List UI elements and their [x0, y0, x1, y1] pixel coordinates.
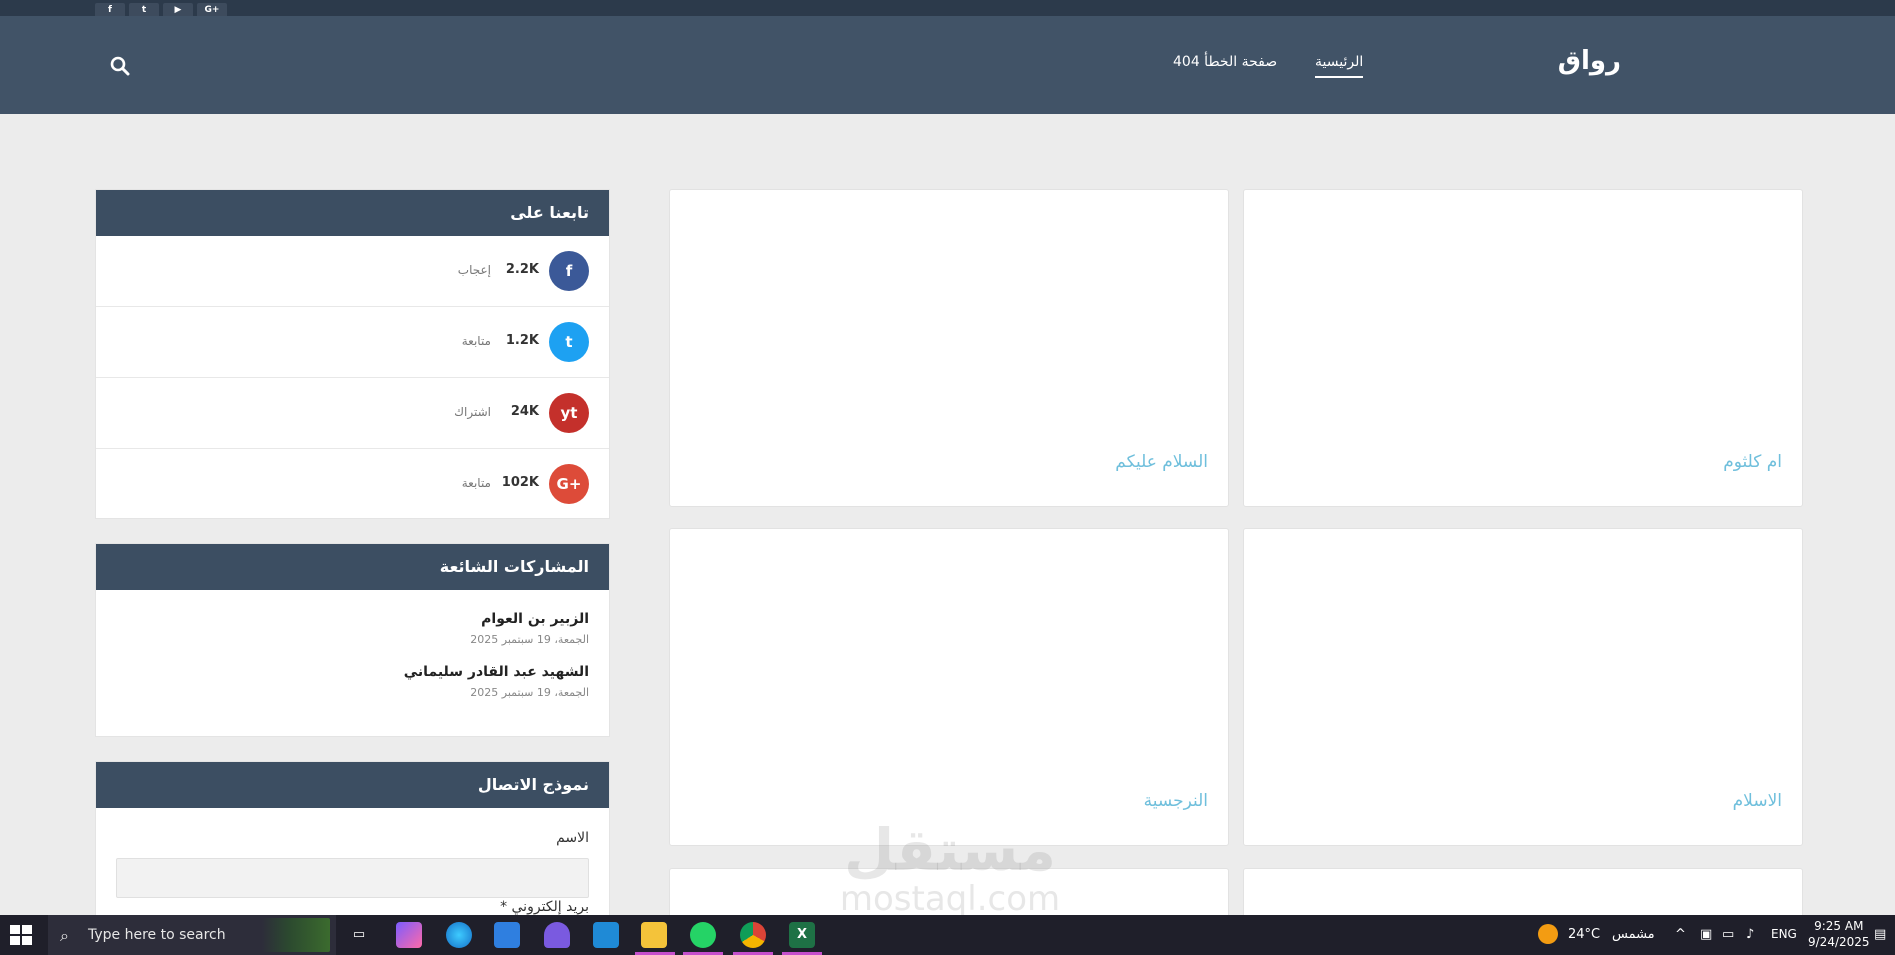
ghost-app-icon[interactable] — [544, 922, 570, 948]
weather-temp[interactable]: 24°C — [1568, 927, 1600, 942]
search-icon: ⌕ — [60, 926, 69, 945]
site-header: رواق الرئيسية صفحة الخطأ 404 — [0, 16, 1895, 114]
task-view-icon[interactable]: ▭ — [346, 922, 372, 948]
social-count: 2.2K — [505, 262, 539, 277]
social-row-facebook[interactable]: f 2.2K إعجاب — [96, 236, 609, 307]
post-title[interactable]: النرجسية — [1144, 791, 1208, 811]
widget-title: تابعنا على — [96, 190, 609, 236]
post-title[interactable]: الاسلام — [1733, 791, 1782, 811]
popular-post-date: الجمعة، 19 سبتمبر 2025 — [470, 686, 589, 699]
nav-item-error-page[interactable]: صفحة الخطأ 404 — [1173, 54, 1277, 70]
facebook-icon[interactable]: f — [95, 3, 125, 17]
social-label: متابعة — [461, 334, 491, 348]
social-label: متابعة — [461, 476, 491, 490]
language-indicator[interactable]: ENG — [1771, 927, 1797, 941]
store-icon[interactable] — [494, 922, 520, 948]
youtube-icon[interactable]: ▶ — [163, 3, 193, 17]
post-card[interactable]: ام كلثوم — [1243, 189, 1803, 507]
twitter-icon[interactable]: t — [549, 322, 589, 362]
email-label: بريد إلكتروني * — [500, 899, 589, 915]
chevron-up-icon[interactable]: ^ — [1675, 927, 1686, 942]
social-label: إعجاب — [457, 263, 491, 277]
site-logo[interactable]: رواق — [1558, 46, 1621, 76]
post-card[interactable]: النرجسية — [669, 528, 1229, 846]
meet-icon[interactable]: ▣ — [1700, 927, 1712, 942]
search-icon[interactable] — [108, 54, 132, 78]
copilot-icon[interactable] — [396, 922, 422, 948]
facebook-icon[interactable]: f — [549, 251, 589, 291]
popular-post-title[interactable]: الشهيد عبد القادر سليماني — [116, 664, 589, 680]
widget-title: نموذج الاتصال — [96, 762, 609, 808]
edge-icon[interactable] — [446, 922, 472, 948]
nav-item-home[interactable]: الرئيسية — [1315, 54, 1364, 78]
notification-icon[interactable]: ▤ — [1874, 927, 1886, 942]
clock-date: 9/24/2025 — [1808, 935, 1870, 949]
social-label: اشتراك — [454, 405, 491, 419]
popular-post-date: الجمعة، 19 سبتمبر 2025 — [470, 633, 589, 646]
social-row-youtube[interactable]: yt 24K اشتراك — [96, 378, 609, 449]
top-social-strip: f t ▶ G+ — [0, 0, 1895, 17]
post-title[interactable]: السلام عليكم — [1115, 452, 1208, 472]
weather-icon[interactable] — [1538, 924, 1558, 944]
post-title[interactable]: ام كلثوم — [1723, 452, 1782, 472]
taskbar-search-placeholder: Type here to search — [88, 927, 226, 943]
popular-posts-widget: المشاركات الشائعة الزبير بن العوام الجمع… — [95, 543, 610, 737]
weather-text[interactable]: مشمس — [1612, 927, 1655, 942]
taskbar-clock[interactable]: 9:25 AM 9/24/2025 — [1808, 918, 1870, 950]
volume-icon[interactable]: ♪ — [1746, 927, 1754, 942]
google-plus-icon[interactable]: G+ — [549, 464, 589, 504]
name-input[interactable] — [116, 858, 589, 898]
social-row-google-plus[interactable]: G+ 102K متابعة — [96, 449, 609, 520]
social-row-twitter[interactable]: t 1.2K متابعة — [96, 307, 609, 378]
widget-title: المشاركات الشائعة — [96, 544, 609, 590]
name-label: الاسم — [556, 830, 589, 846]
popular-post-item[interactable]: الشهيد عبد القادر سليماني الجمعة، 19 سبت… — [96, 664, 609, 699]
twitter-icon[interactable]: t — [129, 3, 159, 17]
excel-icon[interactable]: X — [789, 922, 815, 948]
vscode-icon[interactable] — [593, 922, 619, 948]
network-icon[interactable]: ▭ — [1722, 927, 1734, 942]
clock-time: 9:25 AM — [1814, 919, 1864, 933]
chrome-icon[interactable] — [740, 922, 766, 948]
post-card[interactable]: الاسلام — [1243, 528, 1803, 846]
contact-form-widget: نموذج الاتصال الاسم بريد إلكتروني * — [95, 761, 610, 915]
follow-us-widget: تابعنا على f 2.2K إعجاب t 1.2K متابعة yt… — [95, 189, 610, 519]
taskbar-search-box[interactable]: ⌕ Type here to search — [48, 915, 336, 955]
windows-start-icon[interactable] — [10, 925, 32, 945]
social-count: 24K — [510, 404, 539, 419]
youtube-icon[interactable]: yt — [549, 393, 589, 433]
social-count: 1.2K — [505, 333, 539, 348]
whatsapp-icon[interactable] — [690, 922, 716, 948]
file-explorer-icon[interactable] — [641, 922, 667, 948]
google-plus-icon[interactable]: G+ — [197, 3, 227, 17]
post-card[interactable]: السلام عليكم — [669, 189, 1229, 507]
popular-post-item[interactable]: الزبير بن العوام الجمعة، 19 سبتمبر 2025 — [96, 611, 609, 646]
social-count: 102K — [501, 475, 539, 490]
windows-taskbar: ⌕ Type here to search ▭ X 24°C مشمس ^ ▣ … — [0, 915, 1895, 955]
popular-post-title[interactable]: الزبير بن العوام — [116, 611, 589, 627]
search-highlight-image — [262, 918, 330, 952]
